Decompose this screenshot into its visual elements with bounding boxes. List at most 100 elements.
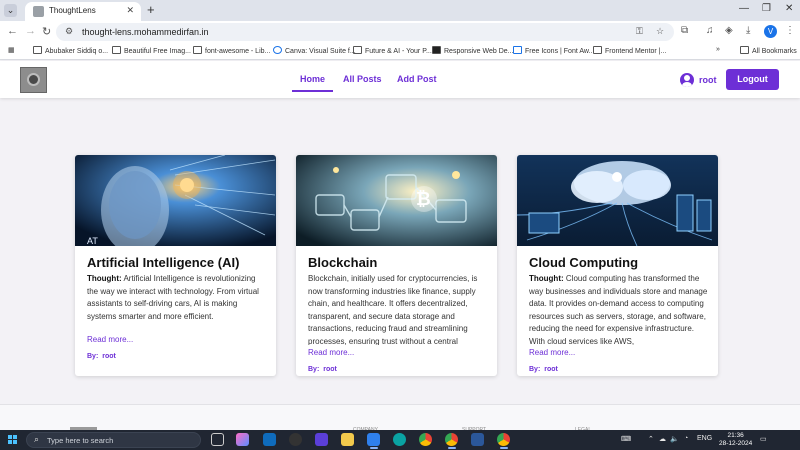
post-author: By: root bbox=[308, 366, 337, 373]
chrome-alt-icon[interactable] bbox=[497, 433, 510, 446]
outlook-icon[interactable] bbox=[263, 433, 276, 446]
folder-icon bbox=[740, 46, 749, 54]
all-bookmarks-folder[interactable]: All Bookmarks bbox=[740, 46, 797, 55]
back-icon[interactable]: ← bbox=[7, 25, 18, 37]
post-excerpt: Blockchain, initially used for cryptocur… bbox=[308, 273, 488, 345]
taskbar-search[interactable]: ⌕ Type here to search bbox=[26, 432, 201, 448]
clock-time: 21:36 bbox=[727, 432, 744, 439]
language-indicator[interactable]: ENG bbox=[697, 435, 712, 442]
post-title[interactable]: Artificial Intelligence (AI) bbox=[87, 255, 239, 270]
author-name[interactable]: root bbox=[102, 353, 116, 360]
file-explorer-icon[interactable] bbox=[341, 433, 354, 446]
extension-puzzle-icon[interactable]: ◈ bbox=[725, 25, 733, 36]
chrome-alt-active-indicator bbox=[500, 447, 508, 449]
keyboard-icon[interactable]: ⌨ bbox=[621, 435, 631, 443]
author-name[interactable]: root bbox=[323, 366, 337, 373]
forward-icon[interactable]: → bbox=[25, 25, 36, 37]
post-card[interactable]: AT Artificial Intelligence (AI) Thought:… bbox=[75, 155, 276, 376]
bookmarks-bar: ▦ Abubaker Siddiq o... Beautiful Free Im… bbox=[0, 43, 800, 60]
ai-icon bbox=[353, 46, 362, 54]
code-icon bbox=[193, 46, 202, 54]
chrome-profile-icon[interactable] bbox=[445, 433, 458, 446]
browser-toolbar: ← → ↻ ⚙ thought-lens.mohammedirfan.in ⚿ … bbox=[0, 21, 800, 43]
browser-tab[interactable]: ThoughtLens ✕ bbox=[25, 2, 141, 21]
dell-icon[interactable] bbox=[289, 433, 302, 446]
url-text[interactable]: thought-lens.mohammedirfan.in bbox=[82, 27, 209, 37]
logo-emblem-icon bbox=[27, 73, 40, 86]
apps-grid-icon[interactable]: ▦ bbox=[8, 46, 15, 54]
post-excerpt: Thought: Cloud computing has transformed… bbox=[529, 273, 709, 345]
tab-search-icon[interactable]: ⌄ bbox=[4, 4, 17, 17]
windows-start-icon[interactable] bbox=[8, 435, 18, 445]
chrome-icon[interactable] bbox=[419, 433, 432, 446]
profile-avatar[interactable]: V bbox=[764, 25, 777, 38]
site-logo[interactable] bbox=[20, 67, 47, 93]
bookmark-item[interactable]: Canva: Visual Suite f... bbox=[273, 46, 356, 55]
address-bar[interactable]: ⚙ thought-lens.mohammedirfan.in ⚿ ☆ bbox=[56, 23, 674, 41]
post-excerpt-text: Blockchain, initially used for cryptocur… bbox=[308, 274, 478, 345]
post-card[interactable]: Cloud Computing Thought: Cloud computing… bbox=[517, 155, 718, 376]
nav-all-posts[interactable]: All Posts bbox=[343, 74, 382, 84]
svg-text:AT: AT bbox=[87, 236, 98, 246]
frontend-mentor-icon bbox=[593, 46, 602, 54]
maximize-icon[interactable]: ❐ bbox=[762, 3, 771, 14]
bookmark-item[interactable]: Responsive Web De... bbox=[432, 46, 514, 55]
clock-date: 28-12-2024 bbox=[719, 440, 753, 447]
media-player-icon[interactable] bbox=[315, 433, 328, 446]
site-info-icon[interactable]: ⚙ bbox=[65, 26, 73, 37]
tray-chevron-icon[interactable]: ⌃ bbox=[648, 435, 654, 443]
user-icon[interactable] bbox=[680, 73, 694, 87]
reload-icon[interactable]: ↻ bbox=[42, 25, 51, 38]
cloud-icon[interactable]: ☁ bbox=[659, 435, 666, 443]
folder-icon bbox=[33, 46, 42, 54]
read-more-link[interactable]: Read more... bbox=[529, 348, 575, 357]
post-title[interactable]: Cloud Computing bbox=[529, 255, 638, 270]
nav-home[interactable]: Home bbox=[300, 74, 325, 84]
bookmark-star-icon[interactable]: ☆ bbox=[656, 26, 664, 37]
bookmark-item[interactable]: Beautiful Free Imag... bbox=[112, 46, 191, 55]
site-favicon-icon bbox=[33, 6, 44, 17]
canva-icon bbox=[273, 46, 282, 54]
volume-icon[interactable]: 🔈 bbox=[670, 435, 679, 443]
download-icon[interactable]: ⤓ bbox=[746, 25, 750, 36]
bookmark-item[interactable]: Free Icons | Font Aw... bbox=[513, 46, 594, 55]
notification-icon[interactable]: ▭ bbox=[760, 435, 767, 443]
read-more-link[interactable]: Read more... bbox=[308, 348, 354, 357]
wifi-icon[interactable]: ◔ bbox=[684, 435, 688, 442]
post-image-cloud bbox=[517, 155, 718, 246]
chrome-active-indicator bbox=[448, 447, 456, 449]
bookmark-item[interactable]: Frontend Mentor |... bbox=[593, 46, 666, 55]
vscode-active-indicator bbox=[370, 447, 378, 449]
vscode-icon[interactable] bbox=[367, 433, 380, 446]
post-author: By: root bbox=[87, 353, 116, 360]
tab-close-icon[interactable]: ✕ bbox=[126, 5, 134, 16]
post-title[interactable]: Blockchain bbox=[308, 255, 377, 270]
bookmark-item[interactable]: font-awesome - Lib... bbox=[193, 46, 270, 55]
copilot-icon[interactable] bbox=[236, 433, 249, 446]
new-tab-button[interactable]: + bbox=[147, 2, 155, 17]
browser-menu-icon[interactable]: ⋮ bbox=[785, 25, 795, 36]
bookmark-item[interactable]: Future & AI - Your P... bbox=[353, 46, 432, 55]
user-name[interactable]: root bbox=[699, 75, 717, 85]
task-view-icon[interactable] bbox=[211, 433, 224, 446]
password-key-icon[interactable]: ⚿ bbox=[636, 26, 643, 37]
clock[interactable]: 21:36 28-12-2024 bbox=[719, 432, 752, 448]
search-placeholder: Type here to search bbox=[47, 436, 114, 445]
nav-add-post[interactable]: Add Post bbox=[397, 74, 437, 84]
author-name[interactable]: root bbox=[544, 366, 558, 373]
bookmark-item[interactable]: Abubaker Siddiq o... bbox=[33, 46, 108, 55]
tab-title: ThoughtLens bbox=[49, 6, 96, 15]
more-bookmarks-icon[interactable]: » bbox=[716, 46, 720, 53]
logout-button[interactable]: Logout bbox=[726, 69, 779, 90]
post-card[interactable]: ₿ Blockchain Blockchain, initially used … bbox=[296, 155, 497, 376]
site-header: Home All Posts Add Post root Logout bbox=[0, 61, 800, 98]
media-icon[interactable]: ♫ bbox=[706, 25, 714, 36]
svg-text:₿: ₿ bbox=[416, 189, 431, 209]
extensions-icon[interactable]: ⧉ bbox=[681, 25, 688, 36]
snipping-tool-icon[interactable] bbox=[471, 433, 484, 446]
window-close-icon[interactable]: ✕ bbox=[785, 3, 793, 14]
post-image-ai: AT bbox=[75, 155, 276, 246]
minimize-icon[interactable]: — bbox=[739, 3, 749, 14]
read-more-link[interactable]: Read more... bbox=[87, 335, 133, 344]
edge-icon[interactable] bbox=[393, 433, 406, 446]
